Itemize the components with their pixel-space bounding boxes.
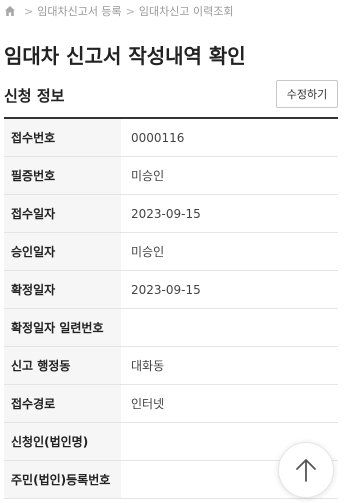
info-row-fixed-date: 확정일자 2023-09-15 bbox=[4, 271, 338, 309]
info-label: 승인일자 bbox=[4, 233, 121, 270]
info-label: 확정일자 일련번호 bbox=[4, 309, 121, 346]
info-row-fixed-date-serial: 확정일자 일련번호 bbox=[4, 309, 338, 347]
info-value: 인터넷 bbox=[131, 397, 165, 411]
info-row-receipt-date: 접수일자 2023-09-15 bbox=[4, 195, 338, 233]
breadcrumb: > 임대차신고서 등록 > 임대차신고 이력조회 bbox=[4, 3, 233, 19]
section-title: 신청 정보 bbox=[4, 87, 65, 105]
info-value: 2023-09-15 bbox=[131, 282, 201, 297]
breadcrumb-separator: > bbox=[24, 4, 34, 18]
info-row-certificate-number: 필증번호 미승인 bbox=[4, 157, 338, 195]
info-value: 대화동 bbox=[131, 359, 165, 373]
info-label: 신고 행정동 bbox=[4, 347, 121, 384]
scroll-to-top-button[interactable] bbox=[278, 442, 334, 498]
info-label: 필증번호 bbox=[4, 157, 121, 194]
breadcrumb-item-lease-report-register[interactable]: 임대차신고서 등록 bbox=[37, 3, 121, 19]
info-label: 접수일자 bbox=[4, 195, 121, 232]
home-icon[interactable] bbox=[4, 5, 16, 17]
info-row-approval-date: 승인일자 미승인 bbox=[4, 233, 338, 271]
breadcrumb-item-lease-report-history[interactable]: 임대차신고 이력조회 bbox=[139, 3, 234, 19]
info-value: 미승인 bbox=[131, 169, 165, 183]
info-label: 주민(법인)등록번호 bbox=[4, 461, 121, 498]
info-row-receipt-channel: 접수경로 인터넷 bbox=[4, 385, 338, 423]
info-label: 접수경로 bbox=[4, 385, 121, 422]
page-title: 임대차 신고서 작성내역 확인 bbox=[4, 44, 246, 68]
info-value: 미승인 bbox=[131, 245, 165, 259]
info-table: 접수번호 0000116 필증번호 미승인 접수일자 2023-09-15 승인… bbox=[4, 117, 338, 499]
arrow-up-icon bbox=[294, 457, 318, 483]
info-label: 확정일자 bbox=[4, 271, 121, 308]
info-row-admin-dong: 신고 행정동 대화동 bbox=[4, 347, 338, 385]
info-label: 접수번호 bbox=[4, 119, 121, 156]
section-header: 신청 정보 수정하기 bbox=[4, 80, 338, 116]
info-label: 신청인(법인명) bbox=[4, 423, 121, 460]
info-value: 0000116 bbox=[131, 130, 185, 145]
breadcrumb-separator: > bbox=[125, 4, 135, 18]
edit-button[interactable]: 수정하기 bbox=[276, 80, 338, 108]
info-row-receipt-number: 접수번호 0000116 bbox=[4, 119, 338, 157]
info-value bbox=[121, 309, 338, 346]
info-value: 2023-09-15 bbox=[131, 206, 201, 221]
